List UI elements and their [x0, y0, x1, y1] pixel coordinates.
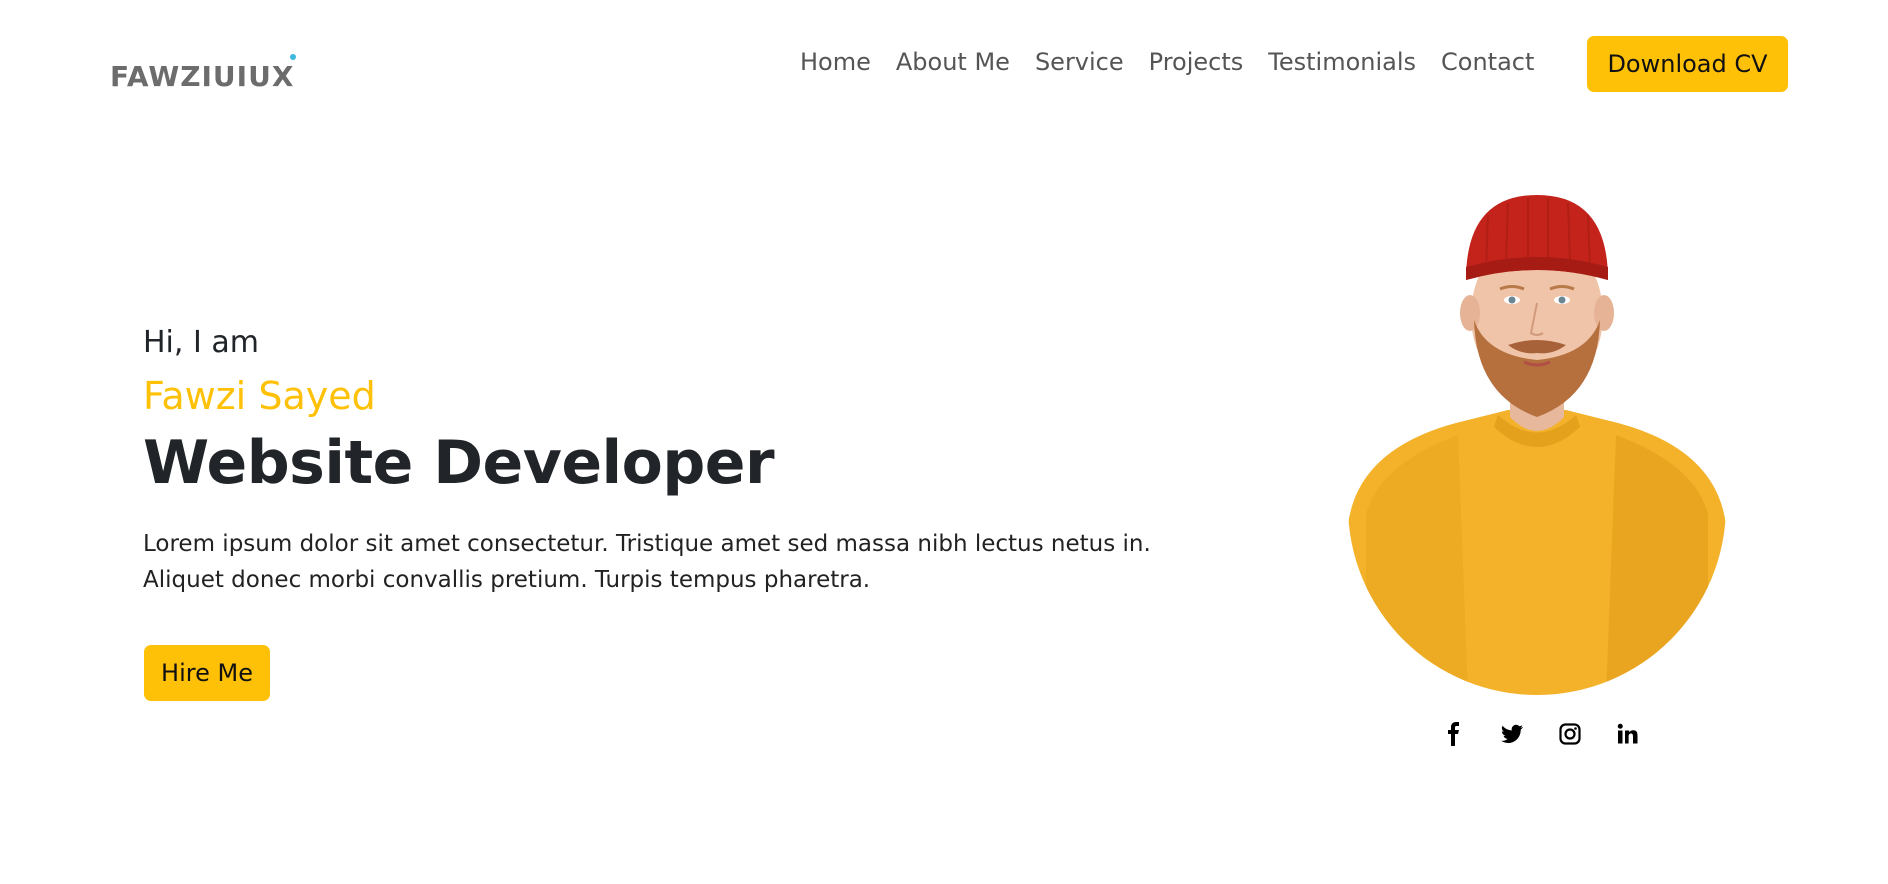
hero-description: Lorem ipsum dolor sit amet consectetur. …: [143, 531, 1151, 593]
hero-role-heading: Website Developer: [143, 428, 775, 498]
hero-greeting: Hi, I am: [143, 325, 259, 360]
logo-text: FAWZIUIUX: [110, 60, 295, 93]
download-cv-button[interactable]: Download CV: [1587, 36, 1788, 92]
nav-projects[interactable]: Projects: [1149, 48, 1244, 76]
nav-home[interactable]: Home: [800, 48, 871, 76]
nav-contact[interactable]: Contact: [1441, 48, 1534, 76]
nav-testimonials[interactable]: Testimonials: [1268, 48, 1416, 76]
hero-name: Fawzi Sayed: [143, 374, 376, 418]
linkedin-icon[interactable]: [1614, 720, 1642, 748]
main-nav: Home About Me Service Projects Testimoni…: [800, 48, 1534, 76]
facebook-icon[interactable]: [1440, 720, 1468, 748]
instagram-icon[interactable]: [1556, 720, 1584, 748]
hire-me-button[interactable]: Hire Me: [144, 645, 270, 701]
logo[interactable]: FAWZIUIUX: [110, 54, 297, 93]
twitter-icon[interactable]: [1498, 720, 1526, 748]
logo-accent-dot: [290, 54, 297, 60]
social-links: [1440, 720, 1642, 748]
page: FAWZIUIUX Home About Me Service Projects…: [0, 0, 1888, 884]
nav-about-me[interactable]: About Me: [896, 48, 1010, 76]
profile-photo: [1348, 195, 1726, 695]
nav-service[interactable]: Service: [1035, 48, 1124, 76]
